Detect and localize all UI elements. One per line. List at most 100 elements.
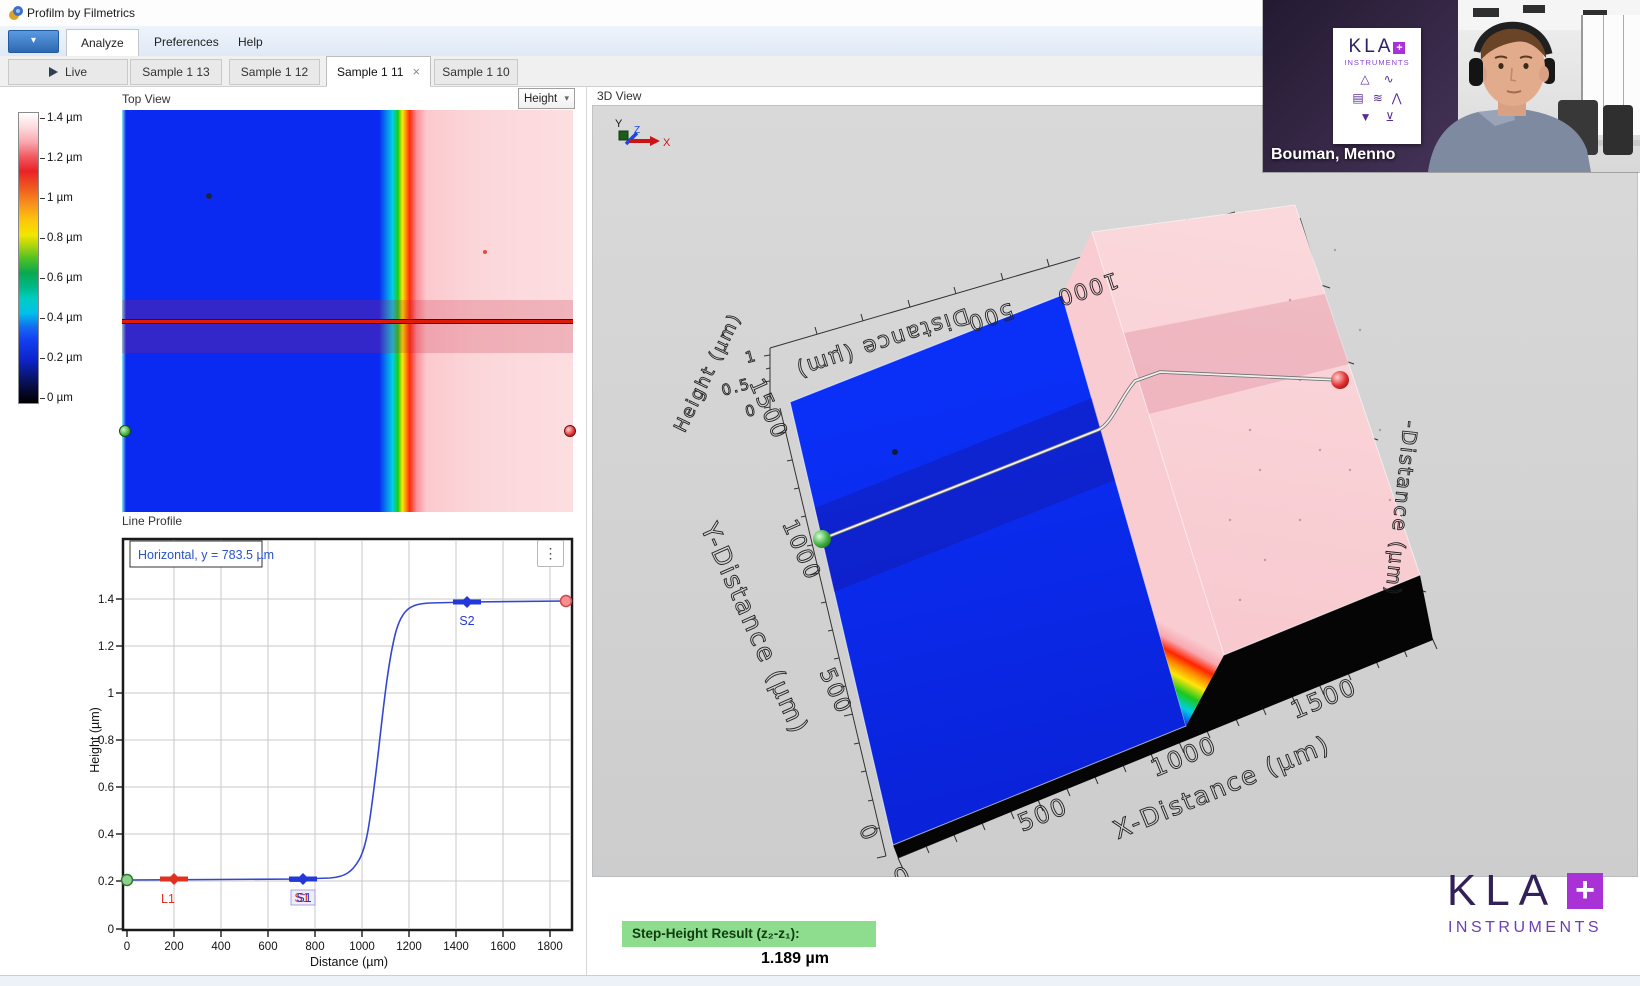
app-icon <box>8 5 24 21</box>
tab-sample-1-13[interactable]: Sample 1 13 <box>130 59 222 85</box>
menu-item-analyze[interactable]: Analyze <box>66 29 139 56</box>
profile-start-handle-3d[interactable] <box>813 530 831 548</box>
line-profile-title: Line Profile <box>122 514 182 528</box>
svg-text:S2: S2 <box>459 614 474 628</box>
surface-defect-dot <box>483 250 487 254</box>
colorbar-label: 1 µm <box>40 191 73 205</box>
kla-card-brand: KLA+ <box>1333 37 1421 56</box>
close-tab-icon[interactable]: × <box>412 64 420 79</box>
tick <box>40 278 45 279</box>
plot-frame <box>123 539 572 930</box>
chevron-down-icon: ▾ <box>564 93 569 104</box>
tab-live[interactable]: Live <box>8 59 128 85</box>
svg-text:X: X <box>663 137 671 149</box>
colorbar-label: 0.4 µm <box>40 311 82 325</box>
optical-profiler-icon: ∿ <box>1384 72 1394 86</box>
kla-logo-subtitle: INSTRUMENTS <box>1425 919 1625 937</box>
colorbar-label: 0.6 µm <box>40 271 82 285</box>
kla-card-subtitle: INSTRUMENTS <box>1333 58 1421 67</box>
colorbar-label: 0 µm <box>40 391 73 405</box>
svg-text:1000: 1000 <box>349 941 375 953</box>
kla-logo-text: KLA <box>1447 866 1557 916</box>
stylus-profiler-icon: △ <box>1360 72 1369 86</box>
svg-text:600: 600 <box>258 941 277 953</box>
play-icon <box>49 67 58 77</box>
tab-label: Sample 1 11 <box>337 65 404 79</box>
tab-label: Sample 1 13 <box>142 65 209 79</box>
step-height-result-label: Step-Height Result (z₂-z₁): <box>622 921 876 947</box>
colorbar-label: 1.4 µm <box>40 111 82 125</box>
tick <box>40 398 45 399</box>
x-axis-label: Distance (µm) <box>310 955 388 969</box>
svg-text:1600: 1600 <box>490 941 516 953</box>
profile-end-handle-3d[interactable] <box>1331 371 1349 389</box>
height-mode-select[interactable]: Height ▾ <box>518 88 575 109</box>
colorbar-label: 0.8 µm <box>40 231 82 245</box>
svg-text:L1: L1 <box>161 892 175 906</box>
tick <box>40 318 45 319</box>
svg-text:0: 0 <box>124 941 130 953</box>
profile-line[interactable] <box>122 319 573 324</box>
instrument-icons-row: ▼ ⊻ <box>1333 110 1421 124</box>
kebab-icon: ⋮ <box>544 545 558 561</box>
tick <box>40 238 45 239</box>
application-window: Profilm by Filmetrics ▾ Analyze Preferen… <box>0 0 1640 986</box>
presenter-name: Bouman, Menno <box>1271 146 1395 164</box>
kla-plus-icon: + <box>1567 873 1603 909</box>
svg-text:0.6: 0.6 <box>98 782 114 794</box>
profile-selection-band[interactable] <box>122 300 573 353</box>
top-view-heatmap[interactable] <box>122 110 573 512</box>
surface-defect-dot <box>892 449 898 455</box>
surface-defect-dot <box>206 193 212 199</box>
svg-text:1200: 1200 <box>396 941 422 953</box>
status-strip <box>0 975 1640 986</box>
threed-view[interactable]: Y Z X <box>592 105 1638 877</box>
svg-text:1.2: 1.2 <box>98 641 114 653</box>
tick <box>40 158 45 159</box>
webcam-overlay: KLA+ INSTRUMENTS △ ∿ ▤ ≋ ⋀ ▼ ⊻ Bouman, M… <box>1263 0 1640 172</box>
svg-text:0: 0 <box>108 924 114 936</box>
profile-start-handle[interactable] <box>119 425 131 437</box>
menu-item-preferences[interactable]: Preferences <box>140 29 233 55</box>
curve-end-handle[interactable] <box>561 596 572 607</box>
instrument-icons-row: ▤ ≋ ⋀ <box>1333 91 1421 105</box>
app-menu-button[interactable]: ▾ <box>8 30 59 53</box>
svg-text:400: 400 <box>211 941 230 953</box>
svg-text:0.2: 0.2 <box>98 876 114 888</box>
svg-text:Y: Y <box>615 118 623 130</box>
tab-label: Sample 1 12 <box>241 65 308 79</box>
ear <box>1539 66 1549 82</box>
line-profile-chart[interactable]: 0 200 400 600 800 1000 1200 1400 1600 18… <box>85 535 585 975</box>
instrument-icons-row: △ ∿ <box>1333 72 1421 86</box>
step-height-result-value: 1.189 µm <box>705 950 885 968</box>
svg-text:200: 200 <box>164 941 183 953</box>
tick <box>40 118 45 119</box>
tick <box>40 198 45 199</box>
tab-sample-1-12[interactable]: Sample 1 12 <box>229 59 320 85</box>
eye <box>1523 63 1528 69</box>
svg-text:1800: 1800 <box>537 941 563 953</box>
svg-text:S1: S1 <box>296 891 311 905</box>
kla-plus-icon: + <box>1393 42 1405 54</box>
x-tick-labels: 0 200 400 600 800 1000 1200 1400 1600 18… <box>124 941 563 953</box>
curve-start-handle[interactable] <box>122 875 133 886</box>
eye <box>1498 63 1503 69</box>
step-height-icon: ⊻ <box>1386 110 1395 124</box>
tick <box>40 358 45 359</box>
threed-view-title: 3D View <box>597 89 641 103</box>
roughness-icon: ⋀ <box>1392 91 1402 105</box>
tab-sample-1-10[interactable]: Sample 1 10 <box>434 59 518 85</box>
pane-divider[interactable] <box>586 86 587 975</box>
svg-text:0.4: 0.4 <box>98 829 115 841</box>
svg-text:1: 1 <box>108 688 114 700</box>
tab-sample-1-11[interactable]: Sample 1 11 × <box>326 56 431 87</box>
menu-item-help[interactable]: Help <box>224 29 277 55</box>
height-colorbar <box>18 112 39 404</box>
tab-label: Sample 1 10 <box>442 65 509 79</box>
svg-text:1.4: 1.4 <box>98 594 115 606</box>
legend-label: Horizontal, y = 783.5 µm <box>138 548 274 562</box>
profile-end-handle[interactable] <box>564 425 576 437</box>
kla-instruments-card: KLA+ INSTRUMENTS △ ∿ ▤ ≋ ⋀ ▼ ⊻ <box>1333 28 1421 144</box>
chart-menu-button[interactable]: ⋮ <box>537 540 564 567</box>
y-axis-label: Height (µm) <box>88 707 102 773</box>
